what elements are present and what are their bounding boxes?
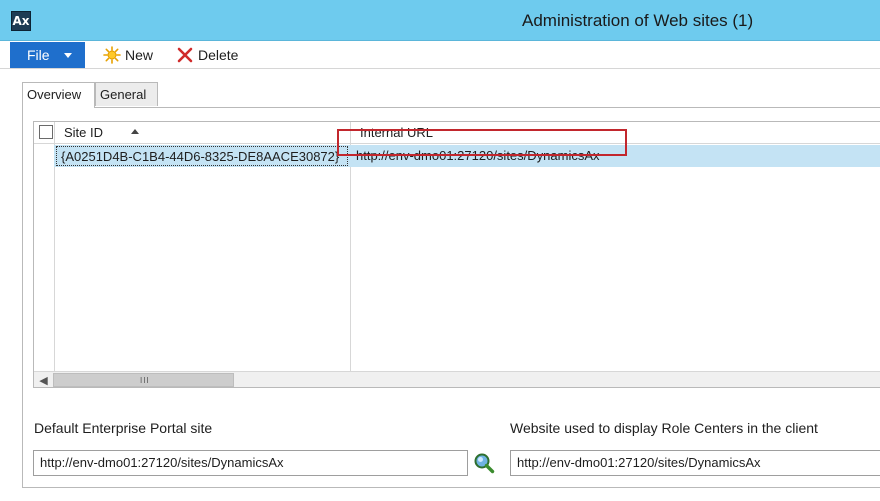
- web-sites-grid: Site ID Internal URL {A0251D4B-C1B4-44D6…: [33, 121, 880, 388]
- new-button-label: New: [125, 47, 154, 63]
- tab-overview[interactable]: Overview: [22, 82, 95, 108]
- table-row[interactable]: {A0251D4B-C1B4-44D6-8325-DE8AACE30872} h…: [54, 145, 880, 167]
- scroll-left-arrow-icon[interactable]: ◀: [35, 372, 52, 387]
- chevron-down-icon: [64, 53, 72, 58]
- role-centers-label: Website used to display Role Centers in …: [510, 420, 818, 436]
- cell-internal-url[interactable]: http://env-dmo01:27120/sites/DynamicsAx: [356, 148, 600, 163]
- file-menu-button[interactable]: File: [10, 42, 85, 68]
- horizontal-scrollbar[interactable]: ◀ III: [34, 371, 880, 387]
- delete-button[interactable]: Delete: [176, 45, 238, 65]
- title-bar: Ax Administration of Web sites (1): [0, 0, 880, 41]
- form-body: Overview General Site ID Internal URL {A…: [9, 69, 880, 501]
- sun-star-icon: [103, 46, 121, 64]
- select-all-checkbox[interactable]: [39, 125, 53, 139]
- default-portal-field[interactable]: http://env-dmo01:27120/sites/DynamicsAx: [33, 450, 468, 476]
- action-pane: File New Delete: [0, 41, 880, 69]
- sort-ascending-icon: [131, 129, 139, 134]
- grid-header: Site ID Internal URL: [34, 122, 880, 371]
- column-header-internal-url[interactable]: Internal URL: [360, 125, 433, 140]
- delete-button-label: Delete: [198, 47, 239, 63]
- cell-site-id[interactable]: {A0251D4B-C1B4-44D6-8325-DE8AACE30872}: [56, 146, 348, 166]
- tab-general[interactable]: General: [95, 82, 158, 106]
- overview-tab-panel: Site ID Internal URL {A0251D4B-C1B4-44D6…: [22, 107, 880, 488]
- file-menu-label: File: [27, 47, 50, 63]
- scrollbar-grip: III: [140, 376, 150, 385]
- new-button[interactable]: New: [103, 45, 153, 65]
- app-icon: Ax: [11, 11, 31, 31]
- window-title: Administration of Web sites (1): [522, 11, 754, 30]
- red-x-icon: [176, 46, 194, 64]
- column-header-site-id[interactable]: Site ID: [64, 125, 103, 140]
- magnifier-lookup-icon[interactable]: [473, 452, 495, 474]
- scrollbar-thumb[interactable]: III: [53, 373, 234, 387]
- role-centers-field[interactable]: http://env-dmo01:27120/sites/DynamicsAx: [510, 450, 880, 476]
- default-portal-label: Default Enterprise Portal site: [34, 420, 213, 436]
